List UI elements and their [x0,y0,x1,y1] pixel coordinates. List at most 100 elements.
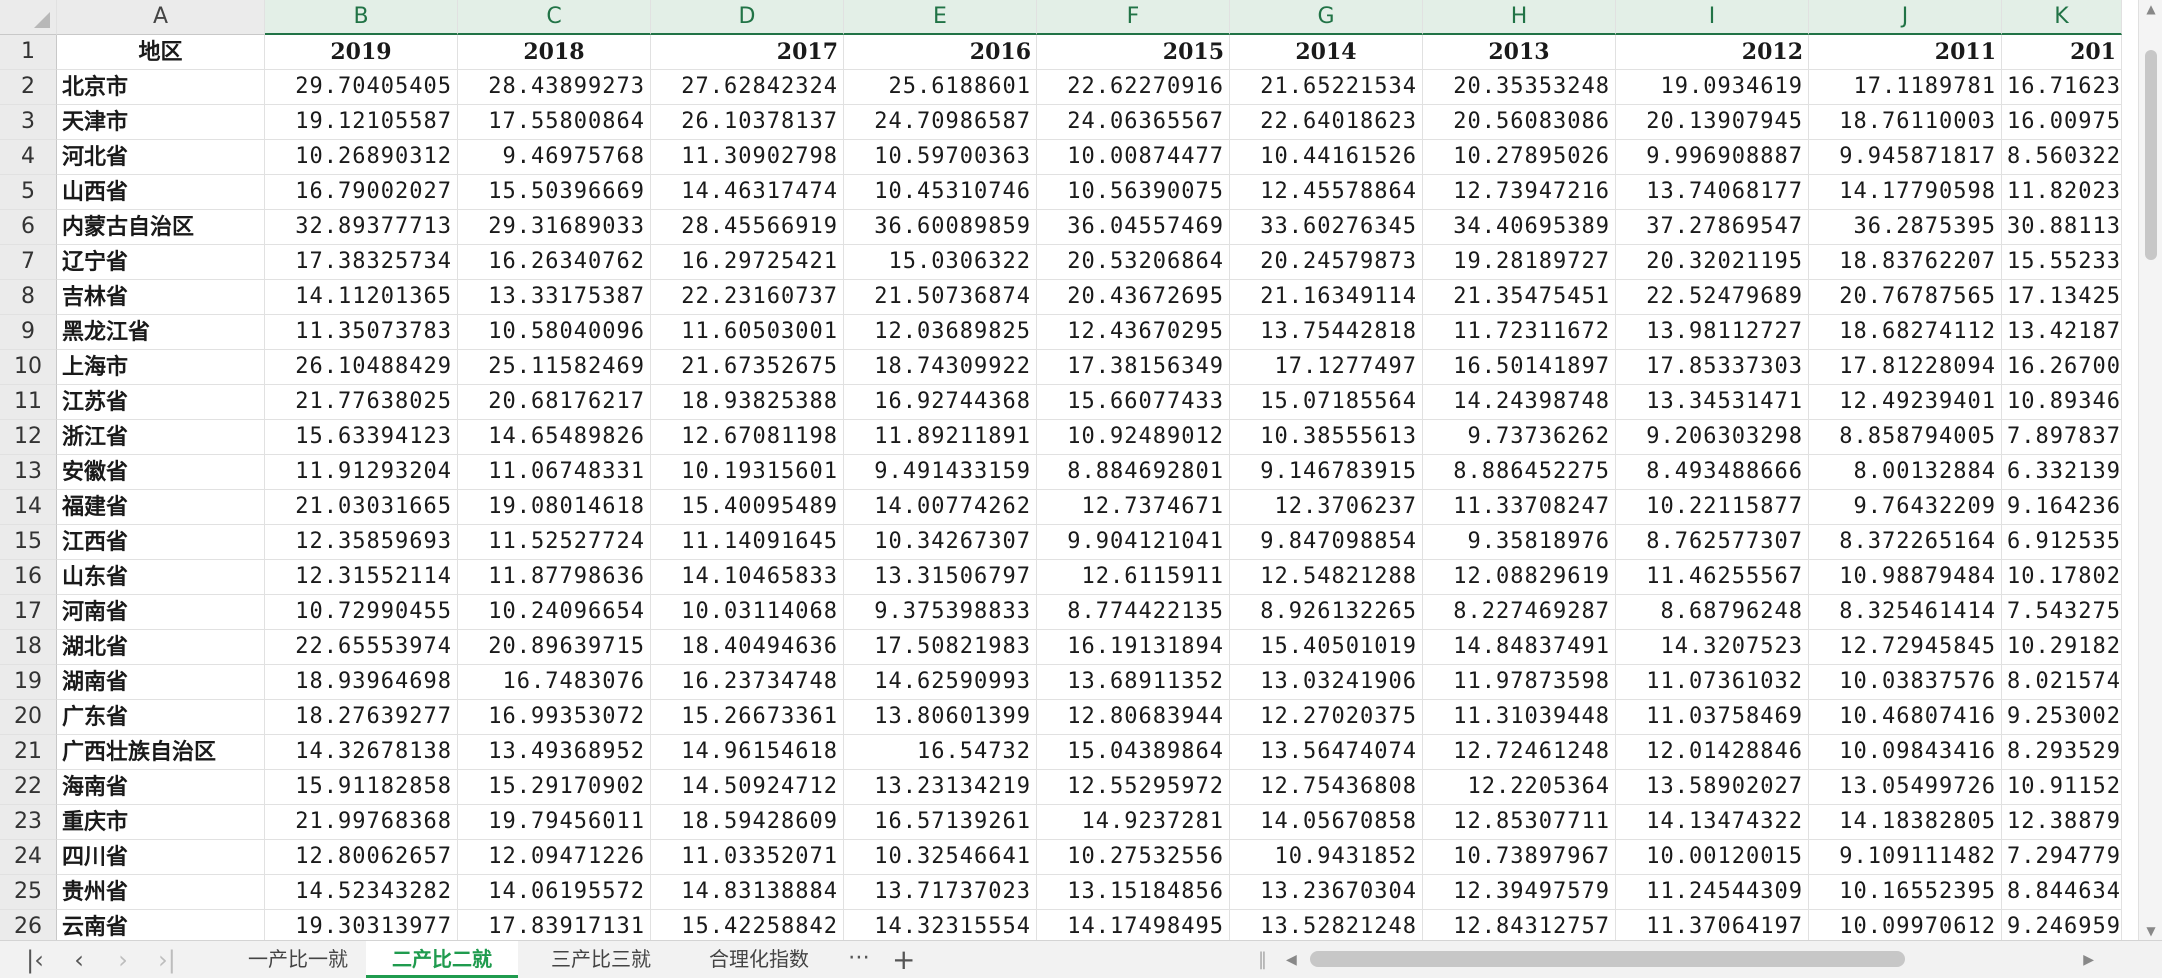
column-header-j[interactable]: J [1809,0,2002,35]
cell-a5[interactable]: 山西省 [57,175,265,210]
cell-a8[interactable]: 吉林省 [57,280,265,315]
cell-i15[interactable]: 8.762577307 [1616,525,1809,560]
cell-b26[interactable]: 19.30313977 [265,910,458,940]
cell-j18[interactable]: 12.72945845 [1809,630,2002,665]
cell-g6[interactable]: 33.60276345 [1230,210,1423,245]
cell-b16[interactable]: 12.31552114 [265,560,458,595]
cell-a26[interactable]: 云南省 [57,910,265,940]
cell-c15[interactable]: 11.52527724 [458,525,651,560]
cell-b2[interactable]: 29.70405405 [265,70,458,105]
cell-b25[interactable]: 14.52343282 [265,875,458,910]
cell-k15[interactable]: 6.912535 [2002,525,2122,560]
cell-g20[interactable]: 12.27020375 [1230,700,1423,735]
row-header[interactable]: 18 [0,630,57,665]
cell-e7[interactable]: 15.0306322 [844,245,1037,280]
cell-i18[interactable]: 14.3207523 [1616,630,1809,665]
select-all-corner[interactable] [0,0,57,35]
cell-e24[interactable]: 10.32546641 [844,840,1037,875]
cell-k14[interactable]: 9.1642363 [2002,490,2122,525]
row-header[interactable]: 24 [0,840,57,875]
cell-b21[interactable]: 14.32678138 [265,735,458,770]
cell-b3[interactable]: 19.12105587 [265,105,458,140]
cell-d8[interactable]: 22.23160737 [651,280,844,315]
row-header[interactable]: 14 [0,490,57,525]
row-header[interactable]: 19 [0,665,57,700]
cell-h21[interactable]: 12.72461248 [1423,735,1616,770]
cell-h10[interactable]: 16.50141897 [1423,350,1616,385]
column-header-d[interactable]: D [651,0,844,35]
cell-k17[interactable]: 7.5432759 [2002,595,2122,630]
cell-d9[interactable]: 11.60503001 [651,315,844,350]
cell-i5[interactable]: 13.74068177 [1616,175,1809,210]
cell-k20[interactable]: 9.2530023 [2002,700,2122,735]
cell-j10[interactable]: 17.81228094 [1809,350,2002,385]
cell-j21[interactable]: 10.09843416 [1809,735,2002,770]
cell-i11[interactable]: 13.34531471 [1616,385,1809,420]
cell-e17[interactable]: 9.375398833 [844,595,1037,630]
cell-i24[interactable]: 10.00120015 [1616,840,1809,875]
column-header-e[interactable]: E [844,0,1037,35]
cell-g1[interactable]: 2014 [1230,35,1423,70]
cell-d18[interactable]: 18.40494636 [651,630,844,665]
cell-e16[interactable]: 13.31506797 [844,560,1037,595]
cell-g18[interactable]: 15.40501019 [1230,630,1423,665]
cell-e21[interactable]: 16.54732 [844,735,1037,770]
row-header[interactable]: 5 [0,175,57,210]
cell-d19[interactable]: 16.23734748 [651,665,844,700]
row-header[interactable]: 23 [0,805,57,840]
cell-i9[interactable]: 13.98112727 [1616,315,1809,350]
cell-d4[interactable]: 11.30902798 [651,140,844,175]
cell-f9[interactable]: 12.43670295 [1037,315,1230,350]
cell-c22[interactable]: 15.29170902 [458,770,651,805]
cell-h7[interactable]: 19.28189727 [1423,245,1616,280]
cell-f15[interactable]: 9.904121041 [1037,525,1230,560]
cell-d5[interactable]: 14.46317474 [651,175,844,210]
cell-g21[interactable]: 13.56474074 [1230,735,1423,770]
cell-d7[interactable]: 16.29725421 [651,245,844,280]
cell-e19[interactable]: 14.62590993 [844,665,1037,700]
cell-f2[interactable]: 22.62270916 [1037,70,1230,105]
more-sheets-icon[interactable]: ⋯ [848,941,870,978]
cell-f16[interactable]: 12.6115911 [1037,560,1230,595]
cell-b15[interactable]: 12.35859693 [265,525,458,560]
cell-h16[interactable]: 12.08829619 [1423,560,1616,595]
cell-j24[interactable]: 9.109111482 [1809,840,2002,875]
cell-b14[interactable]: 21.03031665 [265,490,458,525]
cell-d13[interactable]: 10.19315601 [651,455,844,490]
cell-d3[interactable]: 26.10378137 [651,105,844,140]
add-sheet-icon[interactable]: + [892,941,915,978]
column-header-a[interactable]: A [57,0,265,35]
cell-d20[interactable]: 15.26673361 [651,700,844,735]
first-sheet-icon[interactable]: |‹ [22,947,48,973]
prev-sheet-icon[interactable]: ‹ [66,947,92,973]
cell-c6[interactable]: 29.31689033 [458,210,651,245]
cell-b13[interactable]: 11.91293204 [265,455,458,490]
cell-d14[interactable]: 15.40095489 [651,490,844,525]
cell-b19[interactable]: 18.93964698 [265,665,458,700]
cell-h13[interactable]: 8.886452275 [1423,455,1616,490]
cell-a19[interactable]: 湖南省 [57,665,265,700]
cell-b18[interactable]: 22.65553974 [265,630,458,665]
cell-h22[interactable]: 12.2205364 [1423,770,1616,805]
cell-c23[interactable]: 19.79456011 [458,805,651,840]
cell-i14[interactable]: 10.22115877 [1616,490,1809,525]
cell-k11[interactable]: 10.893468 [2002,385,2122,420]
cell-c19[interactable]: 16.7483076 [458,665,651,700]
cell-g16[interactable]: 12.54821288 [1230,560,1423,595]
horizontal-scrollbar[interactable]: ◀ ▶ [1280,949,2100,971]
sheet-tab-secondary[interactable]: 二产比二就 [366,941,518,978]
row-header[interactable]: 8 [0,280,57,315]
row-header[interactable]: 15 [0,525,57,560]
cell-k8[interactable]: 17.1342585 [2002,280,2122,315]
cell-e9[interactable]: 12.03689825 [844,315,1037,350]
cell-f26[interactable]: 14.17498495 [1037,910,1230,940]
cell-c14[interactable]: 19.08014618 [458,490,651,525]
cell-c11[interactable]: 20.68176217 [458,385,651,420]
cell-d16[interactable]: 14.10465833 [651,560,844,595]
cell-k21[interactable]: 8.2935294 [2002,735,2122,770]
cell-c9[interactable]: 10.58040096 [458,315,651,350]
cell-b4[interactable]: 10.26890312 [265,140,458,175]
cell-g10[interactable]: 17.1277497 [1230,350,1423,385]
cell-f12[interactable]: 10.92489012 [1037,420,1230,455]
cell-f10[interactable]: 17.38156349 [1037,350,1230,385]
